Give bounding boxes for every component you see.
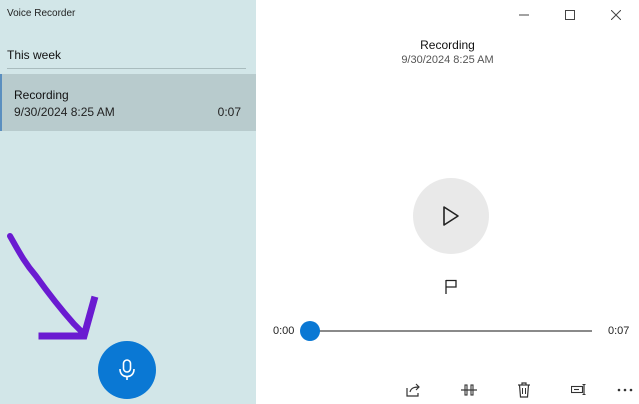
close-icon (611, 10, 621, 20)
annotation-arrow (7, 233, 99, 340)
close-button[interactable] (593, 0, 639, 30)
rename-button[interactable] (567, 378, 591, 402)
share-button[interactable] (401, 378, 425, 402)
share-icon (406, 383, 420, 397)
app-title: Voice Recorder (7, 8, 76, 19)
minimize-icon (519, 14, 529, 16)
recordings-pane: Voice Recorder This week Recording 9/30/… (0, 0, 256, 404)
minimize-button[interactable] (501, 0, 547, 30)
record-button[interactable] (98, 341, 156, 399)
microphone-icon (119, 359, 135, 380)
time-total: 0:07 (608, 325, 630, 337)
seek-thumb[interactable] (300, 321, 320, 341)
more-options-button[interactable] (613, 378, 637, 402)
recording-title: Recording (420, 38, 475, 52)
trim-button[interactable] (457, 378, 481, 402)
section-divider (7, 68, 246, 69)
recording-item-name: Recording (14, 88, 69, 102)
delete-icon (518, 382, 530, 398)
time-elapsed: 0:00 (273, 325, 295, 337)
rename-icon (571, 384, 586, 395)
maximize-icon (565, 10, 575, 20)
play-icon (443, 206, 459, 226)
trim-icon (461, 384, 477, 396)
player-pane: Recording 9/30/2024 8:25 AM 0:00 0:07 (256, 0, 639, 404)
more-icon (617, 388, 633, 392)
section-header-this-week: This week (7, 48, 62, 62)
window-controls (501, 0, 639, 30)
seek-track[interactable] (310, 330, 592, 332)
recording-item-date: 9/30/2024 8:25 AM (14, 105, 115, 119)
add-marker-button[interactable] (440, 276, 462, 298)
play-button[interactable] (413, 178, 489, 254)
recording-date: 9/30/2024 8:25 AM (401, 54, 494, 66)
flag-icon (445, 279, 457, 294)
bottom-toolbar (256, 376, 639, 404)
maximize-button[interactable] (547, 0, 593, 30)
recording-list-item[interactable]: Recording 9/30/2024 8:25 AM 0:07 (0, 74, 256, 131)
delete-button[interactable] (512, 378, 536, 402)
recording-item-duration: 0:07 (217, 105, 241, 119)
